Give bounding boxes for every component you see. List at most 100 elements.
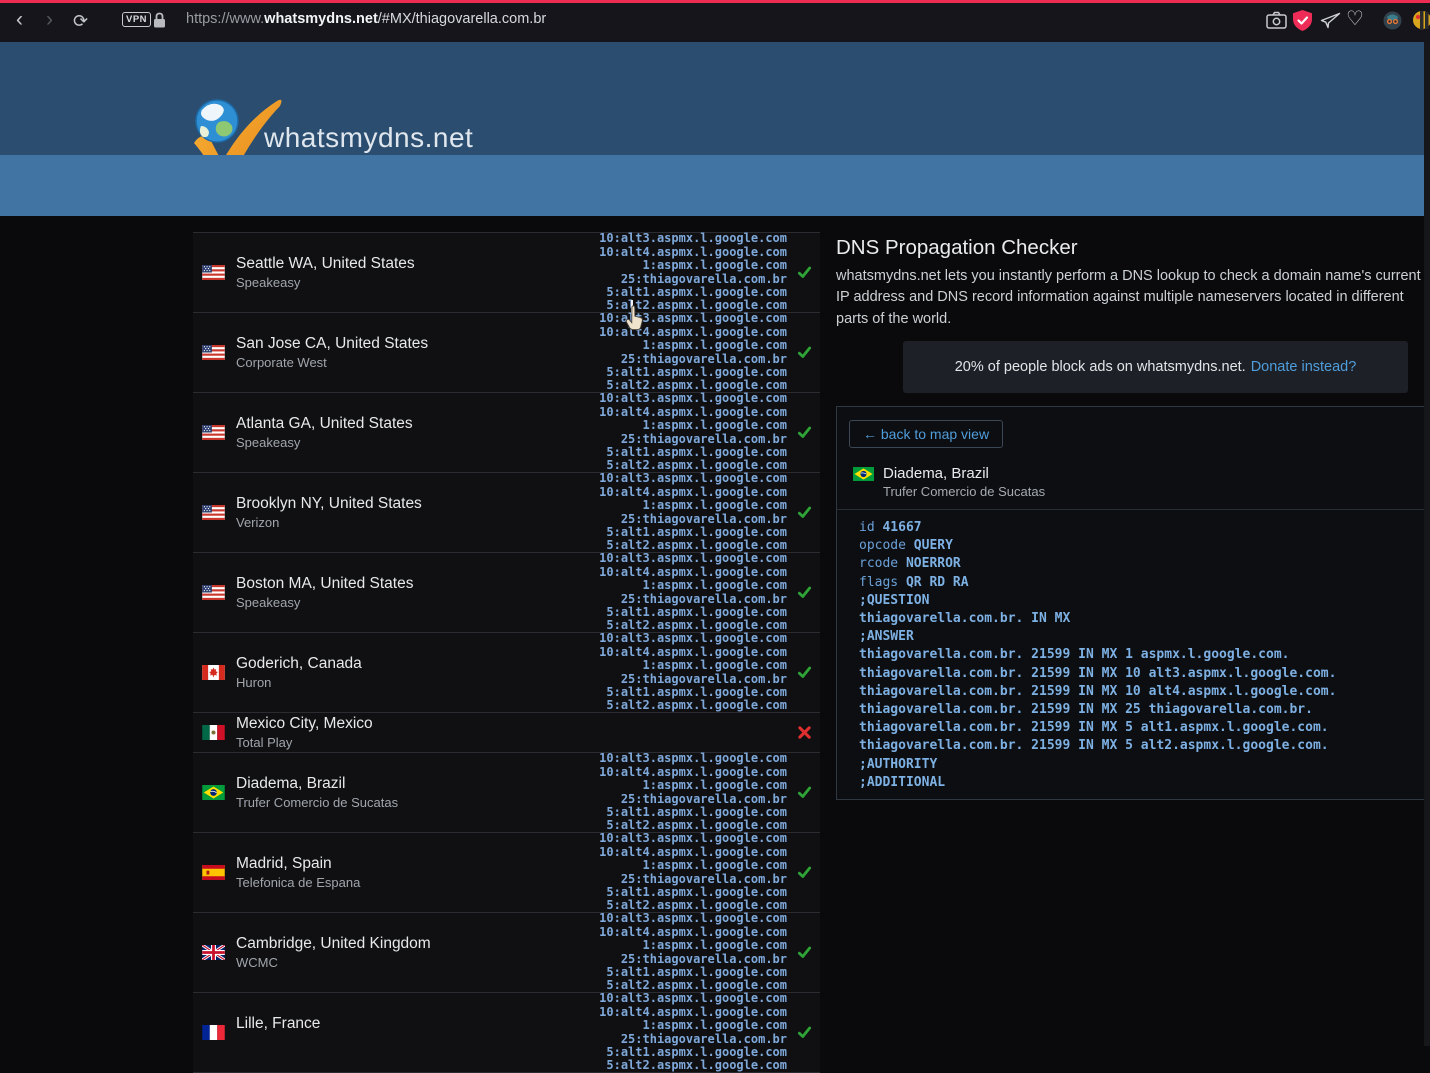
- dns-detail-line: thiagovarella.com.br. 21599 IN MX 10 alt…: [859, 665, 1336, 683]
- success-check-icon: [797, 585, 812, 600]
- dns-detail-line: thiagovarella.com.br. 21599 IN MX 5 alt2…: [859, 737, 1336, 755]
- reload-icon[interactable]: ⟳: [73, 9, 88, 33]
- error-x-icon: [797, 725, 812, 740]
- success-check-icon: [797, 1025, 812, 1040]
- flag-es-icon: [202, 865, 225, 880]
- result-row[interactable]: Boston MA, United StatesSpeakeasy 10:alt3…: [193, 553, 820, 633]
- dns-detail-line: thiagovarella.com.br. 21599 IN MX 10 alt…: [859, 683, 1336, 701]
- flag-mx-icon: [202, 725, 225, 740]
- search-band: MX ⚙ Search: [0, 155, 1430, 216]
- donation-text: 20% of people block ads on whatsmydns.ne…: [955, 359, 1246, 375]
- forward-icon[interactable]: ›: [46, 8, 53, 32]
- provider-name: Speakeasy: [236, 434, 413, 452]
- provider-name: Speakeasy: [236, 594, 413, 612]
- result-row[interactable]: Atlanta GA, United StatesSpeakeasy 10:alt…: [193, 393, 820, 473]
- dns-detail-line: flags QR RD RA: [859, 574, 1336, 592]
- mx-records: 10:alt3.aspmx.l.google.com10:alt4.aspmx.…: [599, 832, 787, 912]
- result-row[interactable]: Seattle WA, United StatesSpeakeasy 10:alt…: [193, 233, 820, 313]
- dns-detail-panel: ← back to map view Diadema, Brazil Trufe…: [836, 406, 1429, 800]
- provider-name: Huron: [236, 674, 362, 692]
- result-row[interactable]: Brooklyn NY, United StatesVerizon 10:alt3…: [193, 473, 820, 553]
- dns-detail-line: opcode QUERY: [859, 537, 1336, 555]
- logo-title: whatsmydns.net: [264, 122, 473, 154]
- page-description: whatsmydns.net lets you instantly perfor…: [836, 266, 1421, 330]
- page-title: DNS Propagation Checker: [836, 236, 1078, 260]
- provider-name: WCMC: [236, 954, 431, 972]
- location-name: Brooklyn NY, United States: [236, 494, 422, 514]
- result-row[interactable]: Madrid, SpainTelefonica de Espana 10:alt3…: [193, 833, 820, 913]
- result-row[interactable]: Diadema, BrazilTrufer Comercio de Sucata…: [193, 753, 820, 833]
- dns-detail-line: id 41667: [859, 519, 1336, 537]
- dns-detail-line: rcode NOERROR: [859, 555, 1336, 573]
- location-name: Seattle WA, United States: [236, 254, 415, 274]
- location-name: Boston MA, United States: [236, 574, 413, 594]
- flag-us-icon: [202, 265, 225, 280]
- detail-provider: Trufer Comercio de Sucatas: [883, 483, 1045, 501]
- mx-records: 10:alt3.aspmx.l.google.com10:alt4.aspmx.…: [599, 552, 787, 632]
- dns-detail-line: ;ADDITIONAL: [859, 774, 1336, 792]
- extension-bee-icon[interactable]: [1413, 10, 1430, 36]
- provider-name: Telefonica de Espana: [236, 874, 360, 892]
- dns-detail-line: ;AUTHORITY: [859, 756, 1336, 774]
- page-scrollbar[interactable]: [1424, 42, 1430, 1046]
- mouse-cursor-hand-icon: [625, 305, 644, 331]
- flag-us-icon: [202, 505, 225, 520]
- success-check-icon: [797, 505, 812, 520]
- adblock-shield-icon[interactable]: [1293, 10, 1312, 36]
- success-check-icon: [797, 265, 812, 280]
- result-row[interactable]: San Jose CA, United StatesCorporate West…: [193, 313, 820, 393]
- dns-detail-line: thiagovarella.com.br. 21599 IN MX 25 thi…: [859, 701, 1336, 719]
- mx-records: 10:alt3.aspmx.l.google.com10:alt4.aspmx.…: [599, 752, 787, 832]
- flag-fr-icon: [202, 1025, 225, 1040]
- location-name: Goderich, Canada: [236, 654, 362, 674]
- detail-header: Diadema, Brazil Trufer Comercio de Sucat…: [853, 464, 1045, 501]
- browser-accent-line: [0, 0, 1430, 3]
- url-path: /#MX/thiagovarella.com.br: [378, 11, 546, 27]
- flag-gb-icon: [202, 945, 225, 960]
- donate-link[interactable]: Donate instead?: [1251, 359, 1357, 375]
- location-name: Lille, France: [236, 1014, 320, 1034]
- heart-icon[interactable]: ♡: [1346, 7, 1364, 31]
- location-name: Madrid, Spain: [236, 854, 360, 874]
- back-icon[interactable]: ‹: [16, 8, 23, 32]
- mx-records: 10:alt3.aspmx.l.google.com10:alt4.aspmx.…: [599, 992, 787, 1072]
- location-name: San Jose CA, United States: [236, 334, 428, 354]
- flag-br-icon: [202, 785, 225, 800]
- url-bar[interactable]: https://www.whatsmydns.net/#MX/thiagovar…: [186, 11, 546, 27]
- screenshot-camera-icon[interactable]: [1266, 11, 1287, 35]
- mx-records: 10:alt3.aspmx.l.google.com10:alt4.aspmx.…: [599, 392, 787, 472]
- provider-name: Speakeasy: [236, 274, 415, 292]
- result-row[interactable]: Mexico City, MexicoTotal Play: [193, 713, 820, 753]
- extension-avatar-icon[interactable]: [1383, 11, 1402, 35]
- dns-detail-line: thiagovarella.com.br. 21599 IN MX 1 aspm…: [859, 646, 1336, 664]
- vpn-badge[interactable]: VPN: [122, 12, 151, 27]
- flag-us-icon: [202, 345, 225, 360]
- result-row[interactable]: Goderich, CanadaHuron 10:alt3.aspmx.l.goo…: [193, 633, 820, 713]
- success-check-icon: [797, 665, 812, 680]
- location-name: Diadema, Brazil: [236, 774, 398, 794]
- success-check-icon: [797, 425, 812, 440]
- result-row[interactable]: Lille, France 10:alt3.aspmx.l.google.com1…: [193, 993, 820, 1073]
- provider-name: Verizon: [236, 514, 422, 532]
- provider-name: Trufer Comercio de Sucatas: [236, 794, 398, 812]
- dns-detail-line: ;QUESTION: [859, 592, 1336, 610]
- mx-records: 10:alt3.aspmx.l.google.com10:alt4.aspmx.…: [599, 632, 787, 712]
- flag-us-icon: [202, 425, 225, 440]
- lock-icon[interactable]: [153, 12, 166, 34]
- provider-name: Total Play: [236, 734, 373, 752]
- flag-us-icon: [202, 585, 225, 600]
- provider-name: Corporate West: [236, 354, 428, 372]
- mx-records: 10:alt3.aspmx.l.google.com10:alt4.aspmx.…: [599, 232, 787, 312]
- browser-toolbar: ‹ › ⟳ VPN https://www.whatsmydns.net/#MX…: [0, 0, 1430, 42]
- result-row[interactable]: Cambridge, United KingdomWCMC10:alt3.asp…: [193, 913, 820, 993]
- detail-location: Diadema, Brazil: [883, 464, 1045, 483]
- success-check-icon: [797, 945, 812, 960]
- location-name: Atlanta GA, United States: [236, 414, 413, 434]
- back-to-map-button[interactable]: ← back to map view: [849, 420, 1003, 448]
- url-domain: whatsmydns.net: [264, 11, 378, 27]
- dns-answer-block: id 41667opcode QUERYrcode NOERRORflags Q…: [859, 519, 1336, 792]
- mx-records: 10:alt3.aspmx.l.google.com10:alt4.aspmx.…: [599, 472, 787, 552]
- location-name: Cambridge, United Kingdom: [236, 934, 431, 954]
- success-check-icon: [797, 865, 812, 880]
- send-icon[interactable]: [1320, 12, 1341, 34]
